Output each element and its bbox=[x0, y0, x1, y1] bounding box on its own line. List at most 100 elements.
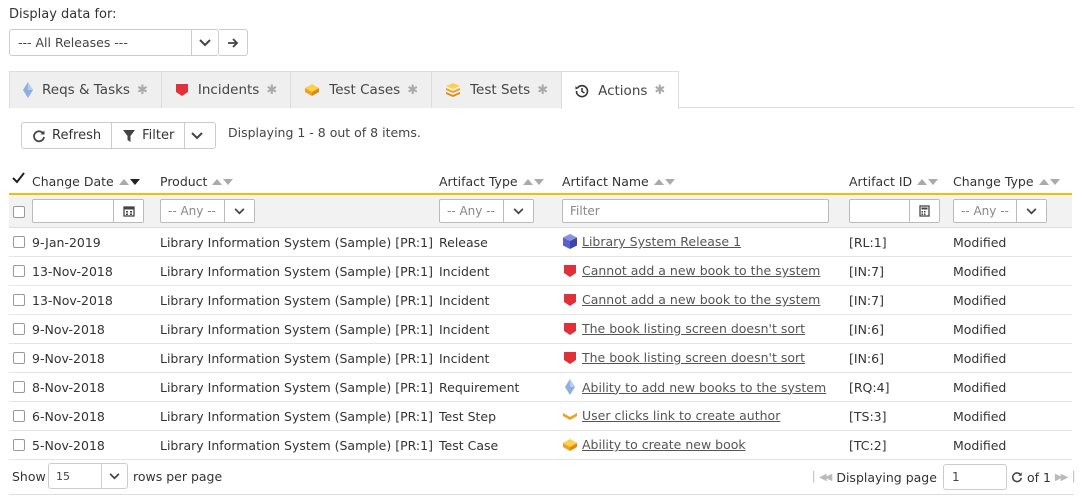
sort-desc-icon[interactable] bbox=[129, 178, 140, 185]
col-product[interactable]: Product bbox=[160, 174, 234, 189]
sort-asc-icon[interactable] bbox=[522, 178, 533, 185]
sort-desc-icon[interactable] bbox=[928, 178, 939, 185]
sort-asc-icon[interactable] bbox=[653, 178, 664, 185]
first-page-icon[interactable]: ▏◀◀ bbox=[813, 472, 832, 483]
cell-artifact-type: Incident bbox=[439, 322, 490, 337]
artifact-type-filter[interactable]: -- Any -- bbox=[439, 199, 534, 223]
cell-product: Library Information System (Sample) [PR:… bbox=[160, 380, 433, 395]
table-row[interactable]: 5-Nov-2018 Library Information System (Sa… bbox=[9, 431, 1072, 460]
artifact-link[interactable]: Ability to create new book bbox=[582, 437, 746, 452]
row-checkbox[interactable] bbox=[13, 236, 25, 248]
artifact-link[interactable]: Ability to add new books to the system bbox=[582, 380, 826, 395]
row-checkbox[interactable] bbox=[13, 439, 25, 451]
filter-dropdown-button[interactable] bbox=[184, 122, 217, 149]
table-row[interactable]: 13-Nov-2018 Library Information System (S… bbox=[9, 286, 1072, 315]
refresh-button[interactable]: Refresh bbox=[21, 122, 113, 149]
asterisk-icon[interactable]: ✱ bbox=[266, 83, 277, 98]
asterisk-icon[interactable]: ✱ bbox=[537, 83, 548, 98]
page-size-select[interactable]: 15 bbox=[48, 463, 128, 489]
change-type-filter[interactable]: -- Any -- bbox=[953, 199, 1047, 223]
asterisk-icon[interactable]: ✱ bbox=[654, 83, 665, 98]
cell-change-date: 9-Nov-2018 bbox=[32, 322, 105, 337]
col-change-date[interactable]: Change Date bbox=[32, 174, 140, 189]
calculator-icon[interactable] bbox=[909, 200, 939, 222]
display-data-label: Display data for: bbox=[9, 7, 117, 22]
row-checkbox[interactable] bbox=[13, 265, 25, 277]
change-date-filter[interactable] bbox=[32, 199, 144, 223]
artifact-link[interactable]: Library System Release 1 bbox=[582, 234, 741, 249]
test-set-icon bbox=[445, 82, 461, 98]
table-row[interactable]: 9-Jan-2019 Library Information System (Sa… bbox=[9, 228, 1072, 257]
sort-asc-icon[interactable] bbox=[1038, 178, 1049, 185]
test-step-icon bbox=[562, 411, 578, 421]
table-row[interactable]: 9-Nov-2018 Library Information System (Sa… bbox=[9, 315, 1072, 344]
cell-product: Library Information System (Sample) [PR:… bbox=[160, 351, 433, 366]
row-checkbox[interactable] bbox=[13, 323, 25, 335]
chevron-down-icon[interactable] bbox=[503, 200, 533, 222]
cell-change-type: Modified bbox=[953, 322, 1007, 337]
tab-label: Reqs & Tasks bbox=[42, 82, 130, 98]
col-artifact-name-label: Artifact Name bbox=[562, 174, 649, 189]
tab-incidents[interactable]: Incidents ✱ bbox=[160, 71, 292, 108]
col-change-type[interactable]: Change Type bbox=[953, 174, 1060, 189]
page-of-label: of 1 bbox=[1026, 469, 1051, 485]
chevron-down-icon[interactable] bbox=[224, 200, 254, 222]
filter-button[interactable]: Filter bbox=[111, 122, 186, 149]
sort-asc-icon[interactable] bbox=[917, 178, 928, 185]
cell-artifact-name: Cannot add a new book to the system bbox=[562, 292, 820, 307]
product-filter-value: -- Any -- bbox=[168, 204, 216, 218]
table-row[interactable]: 9-Nov-2018 Library Information System (Sa… bbox=[9, 344, 1072, 373]
artifact-type-filter-value: -- Any -- bbox=[447, 204, 495, 218]
artifact-name-filter[interactable]: Filter bbox=[562, 199, 829, 223]
tab-test-cases[interactable]: Test Cases ✱ bbox=[290, 71, 433, 108]
last-page-icon[interactable]: ▶▶▕ bbox=[1055, 472, 1074, 483]
sort-asc-icon[interactable] bbox=[212, 178, 223, 185]
release-select[interactable]: --- All Releases --- bbox=[9, 29, 219, 56]
chevron-down-icon[interactable] bbox=[191, 30, 218, 55]
sort-desc-icon[interactable] bbox=[533, 178, 544, 185]
col-artifact-id[interactable]: Artifact ID bbox=[849, 174, 939, 189]
sort-desc-icon[interactable] bbox=[223, 178, 234, 185]
filter-row-checkbox[interactable] bbox=[13, 206, 25, 218]
row-checkbox[interactable] bbox=[13, 410, 25, 422]
table-row[interactable]: 6-Nov-2018 Library Information System (Sa… bbox=[9, 402, 1072, 431]
tab-test-sets[interactable]: Test Sets ✱ bbox=[431, 71, 563, 108]
artifact-link[interactable]: User clicks link to create author bbox=[582, 408, 780, 423]
table-row[interactable]: 13-Nov-2018 Library Information System (S… bbox=[9, 257, 1072, 286]
calendar-icon[interactable] bbox=[113, 200, 143, 222]
cell-product: Library Information System (Sample) [PR:… bbox=[160, 235, 433, 250]
product-filter[interactable]: -- Any -- bbox=[160, 199, 255, 223]
row-checkbox[interactable] bbox=[13, 294, 25, 306]
col-artifact-name[interactable]: Artifact Name bbox=[562, 174, 675, 189]
refresh-page-icon[interactable] bbox=[1011, 471, 1023, 483]
artifact-link[interactable]: The book listing screen doesn't sort bbox=[582, 350, 805, 365]
artifact-link[interactable]: The book listing screen doesn't sort bbox=[582, 321, 805, 336]
artifact-link[interactable]: Cannot add a new book to the system bbox=[582, 292, 820, 307]
row-checkbox[interactable] bbox=[13, 352, 25, 364]
arrow-right-icon[interactable] bbox=[219, 29, 248, 56]
chevron-down-icon[interactable] bbox=[101, 464, 127, 488]
artifact-link[interactable]: Cannot add a new book to the system bbox=[582, 263, 820, 278]
cell-artifact-name: Ability to add new books to the system bbox=[562, 379, 826, 395]
sort-desc-icon[interactable] bbox=[664, 178, 675, 185]
tab-reqs-tasks[interactable]: Reqs & Tasks ✱ bbox=[9, 71, 162, 108]
asterisk-icon[interactable]: ✱ bbox=[137, 83, 148, 98]
select-all-check-icon[interactable] bbox=[12, 172, 25, 187]
row-checkbox[interactable] bbox=[13, 381, 25, 393]
artifact-id-filter[interactable] bbox=[849, 199, 940, 223]
sort-desc-icon[interactable] bbox=[1049, 178, 1060, 185]
col-artifact-type[interactable]: Artifact Type bbox=[439, 174, 544, 189]
cell-change-date: 13-Nov-2018 bbox=[32, 264, 113, 279]
page-number-input[interactable]: 1 bbox=[942, 464, 1007, 490]
cell-artifact-id: [IN:7] bbox=[849, 293, 884, 308]
actions-grid: Change Date Product Artifact Type Artifa… bbox=[9, 166, 1072, 460]
chevron-down-icon bbox=[191, 131, 204, 139]
asterisk-icon[interactable]: ✱ bbox=[407, 83, 418, 98]
tab-actions[interactable]: Actions ✱ bbox=[561, 71, 680, 109]
footer-divider bbox=[9, 494, 1074, 495]
incident-icon bbox=[562, 293, 578, 307]
cell-artifact-type: Incident bbox=[439, 264, 490, 279]
chevron-down-icon[interactable] bbox=[1016, 200, 1046, 222]
table-row[interactable]: 8-Nov-2018 Library Information System (Sa… bbox=[9, 373, 1072, 402]
sort-asc-icon[interactable] bbox=[118, 178, 129, 185]
